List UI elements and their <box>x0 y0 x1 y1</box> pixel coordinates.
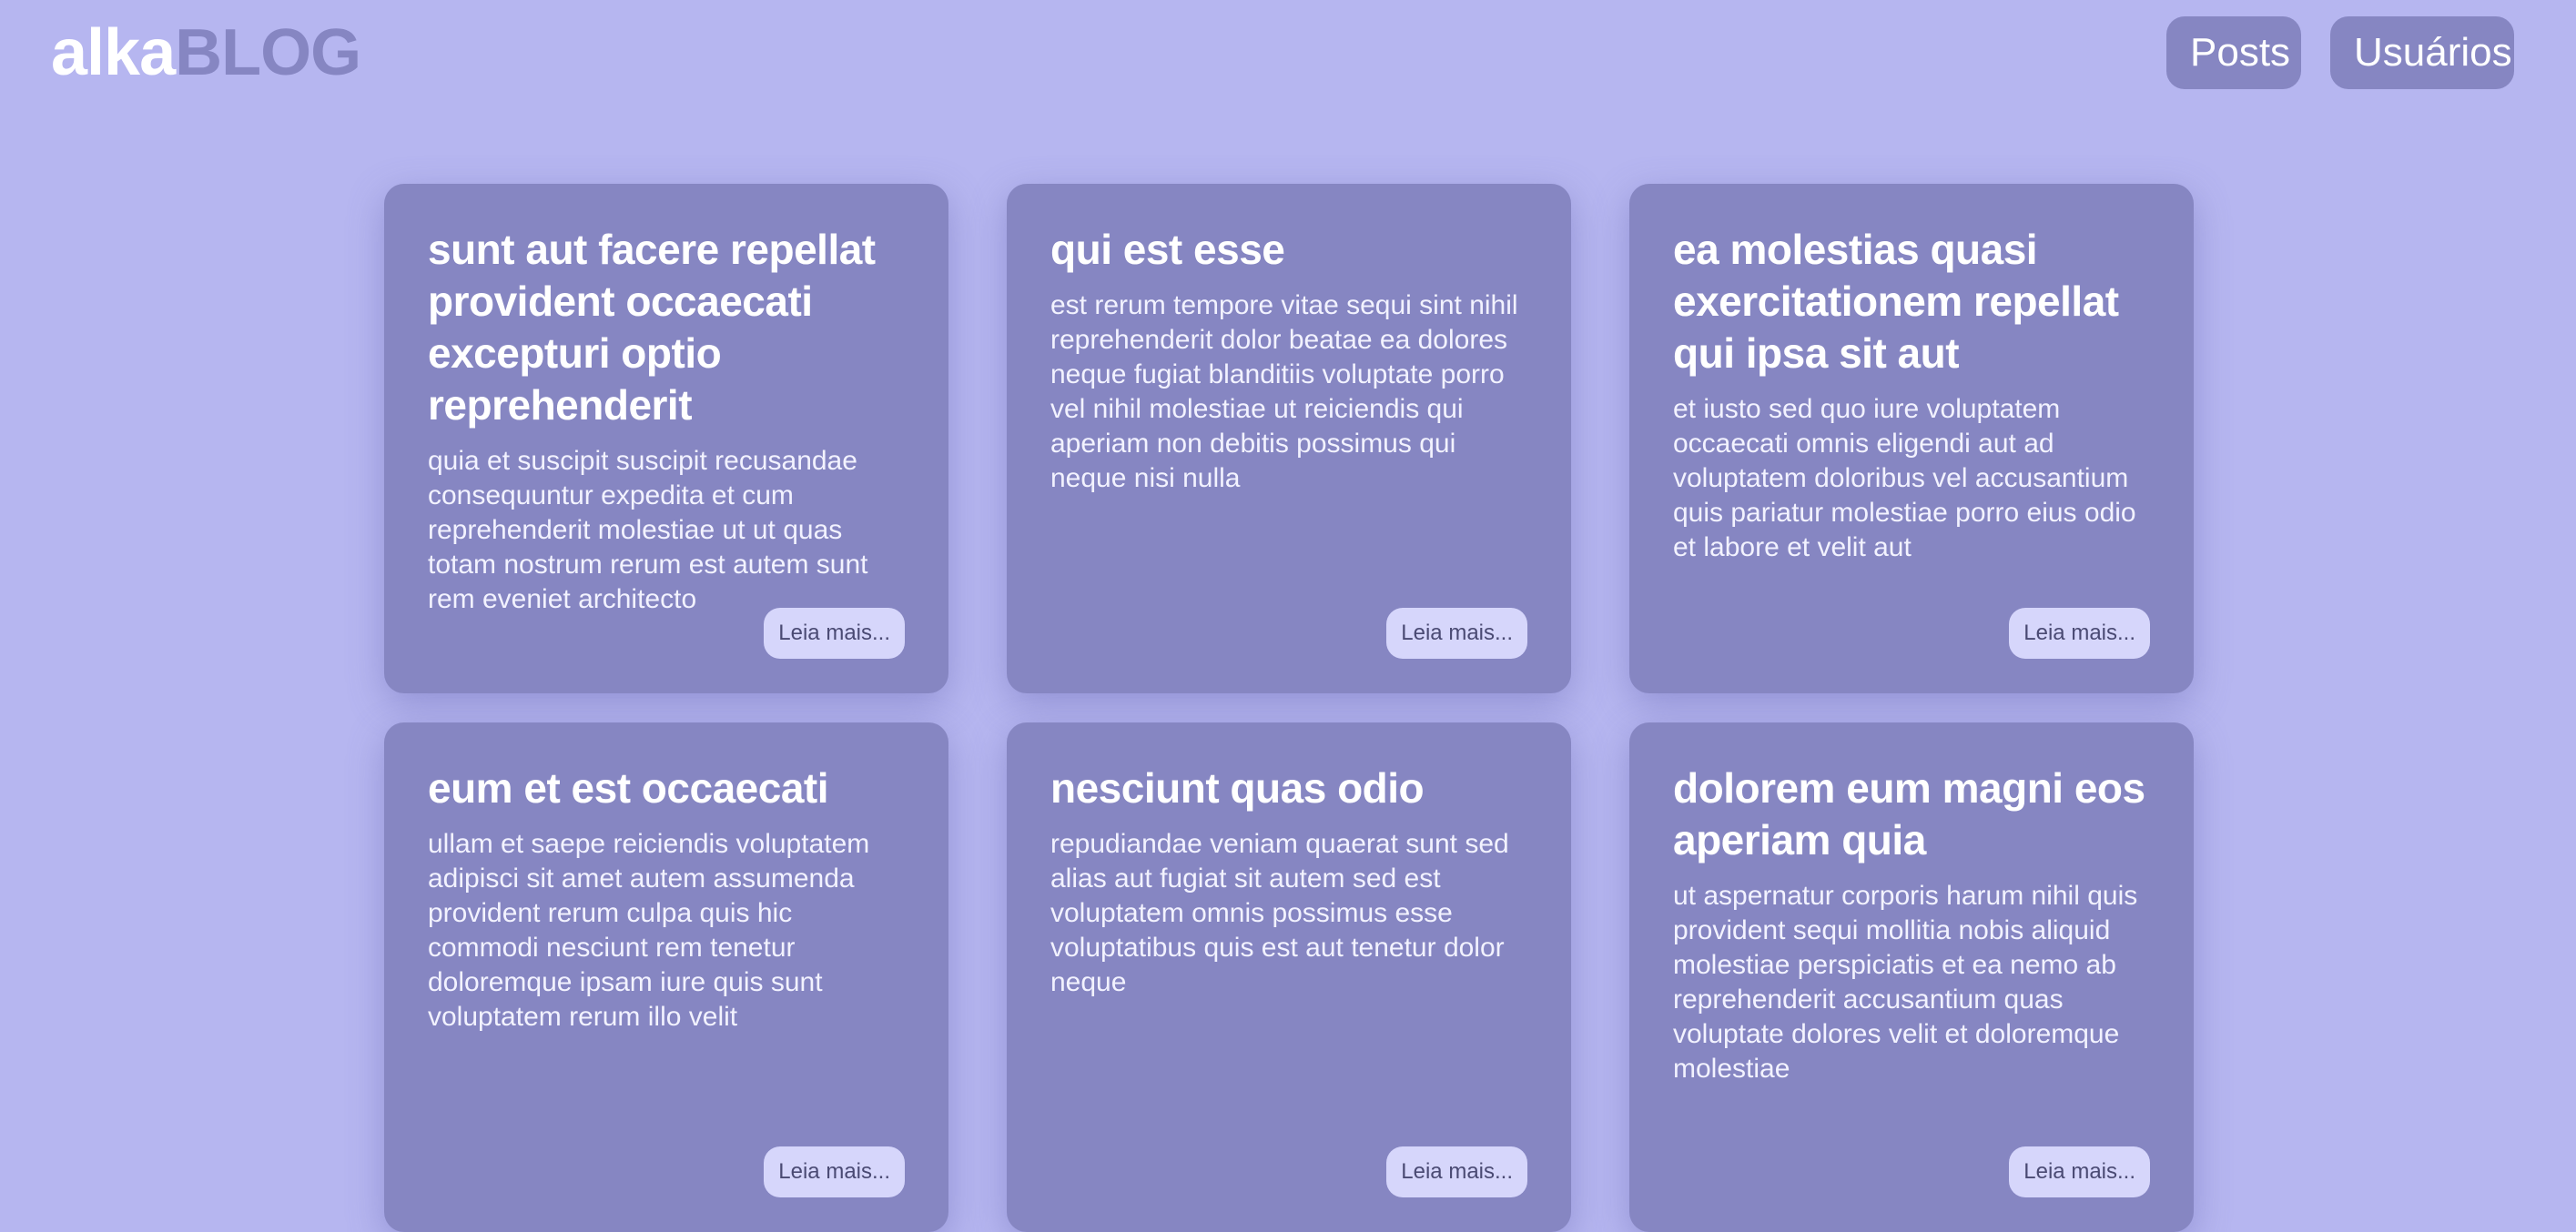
read-more-button[interactable]: Leia mais... <box>1386 608 1527 659</box>
post-card: sunt aut facere repellat provident occae… <box>384 184 948 693</box>
nav-posts-button[interactable]: Posts <box>2166 16 2301 89</box>
posts-grid: sunt aut facere repellat provident occae… <box>384 184 2196 1232</box>
nav-users-button[interactable]: Usuários <box>2330 16 2514 89</box>
post-title: qui est esse <box>1050 226 1285 273</box>
post-title: dolorem eum magni eos aperiam quia <box>1673 764 2145 863</box>
post-body: est rerum tempore vitae sequi sint nihil… <box>1050 290 1518 493</box>
read-more-button[interactable]: Leia mais... <box>764 608 905 659</box>
post-title: nesciunt quas odio <box>1050 764 1425 812</box>
read-more-button[interactable]: Leia mais... <box>1386 1146 1527 1197</box>
post-body: ut aspernatur corporis harum nihil quis … <box>1673 881 2138 1084</box>
post-body: ullam et saepe reiciendis voluptatem adi… <box>428 829 870 1032</box>
logo-text-alka: alka <box>51 16 176 89</box>
post-body: et iusto sed quo iure voluptatem occaeca… <box>1673 394 2136 562</box>
post-body: repudiandae veniam quaerat sunt sed alia… <box>1050 829 1509 997</box>
post-card: dolorem eum magni eos aperiam quia ut as… <box>1629 722 2194 1232</box>
post-card: ea molestias quasi exercitationem repell… <box>1629 184 2194 693</box>
post-card: qui est esse est rerum tempore vitae seq… <box>1007 184 1571 693</box>
post-title: eum et est occaecati <box>428 764 829 812</box>
site-logo[interactable]: alkaBLOG <box>51 13 361 93</box>
post-card: nesciunt quas odio repudiandae veniam qu… <box>1007 722 1571 1232</box>
post-title: sunt aut facere repellat provident occae… <box>428 226 876 429</box>
post-card: eum et est occaecati ullam et saepe reic… <box>384 722 948 1232</box>
post-body: quia et suscipit suscipit recusandae con… <box>428 446 868 614</box>
top-header: alkaBLOG Posts Usuários <box>0 0 2576 109</box>
read-more-button[interactable]: Leia mais... <box>2009 1146 2150 1197</box>
read-more-button[interactable]: Leia mais... <box>764 1146 905 1197</box>
read-more-button[interactable]: Leia mais... <box>2009 608 2150 659</box>
post-title: ea molestias quasi exercitationem repell… <box>1673 226 2119 377</box>
logo-text-blog: BLOG <box>175 16 361 89</box>
